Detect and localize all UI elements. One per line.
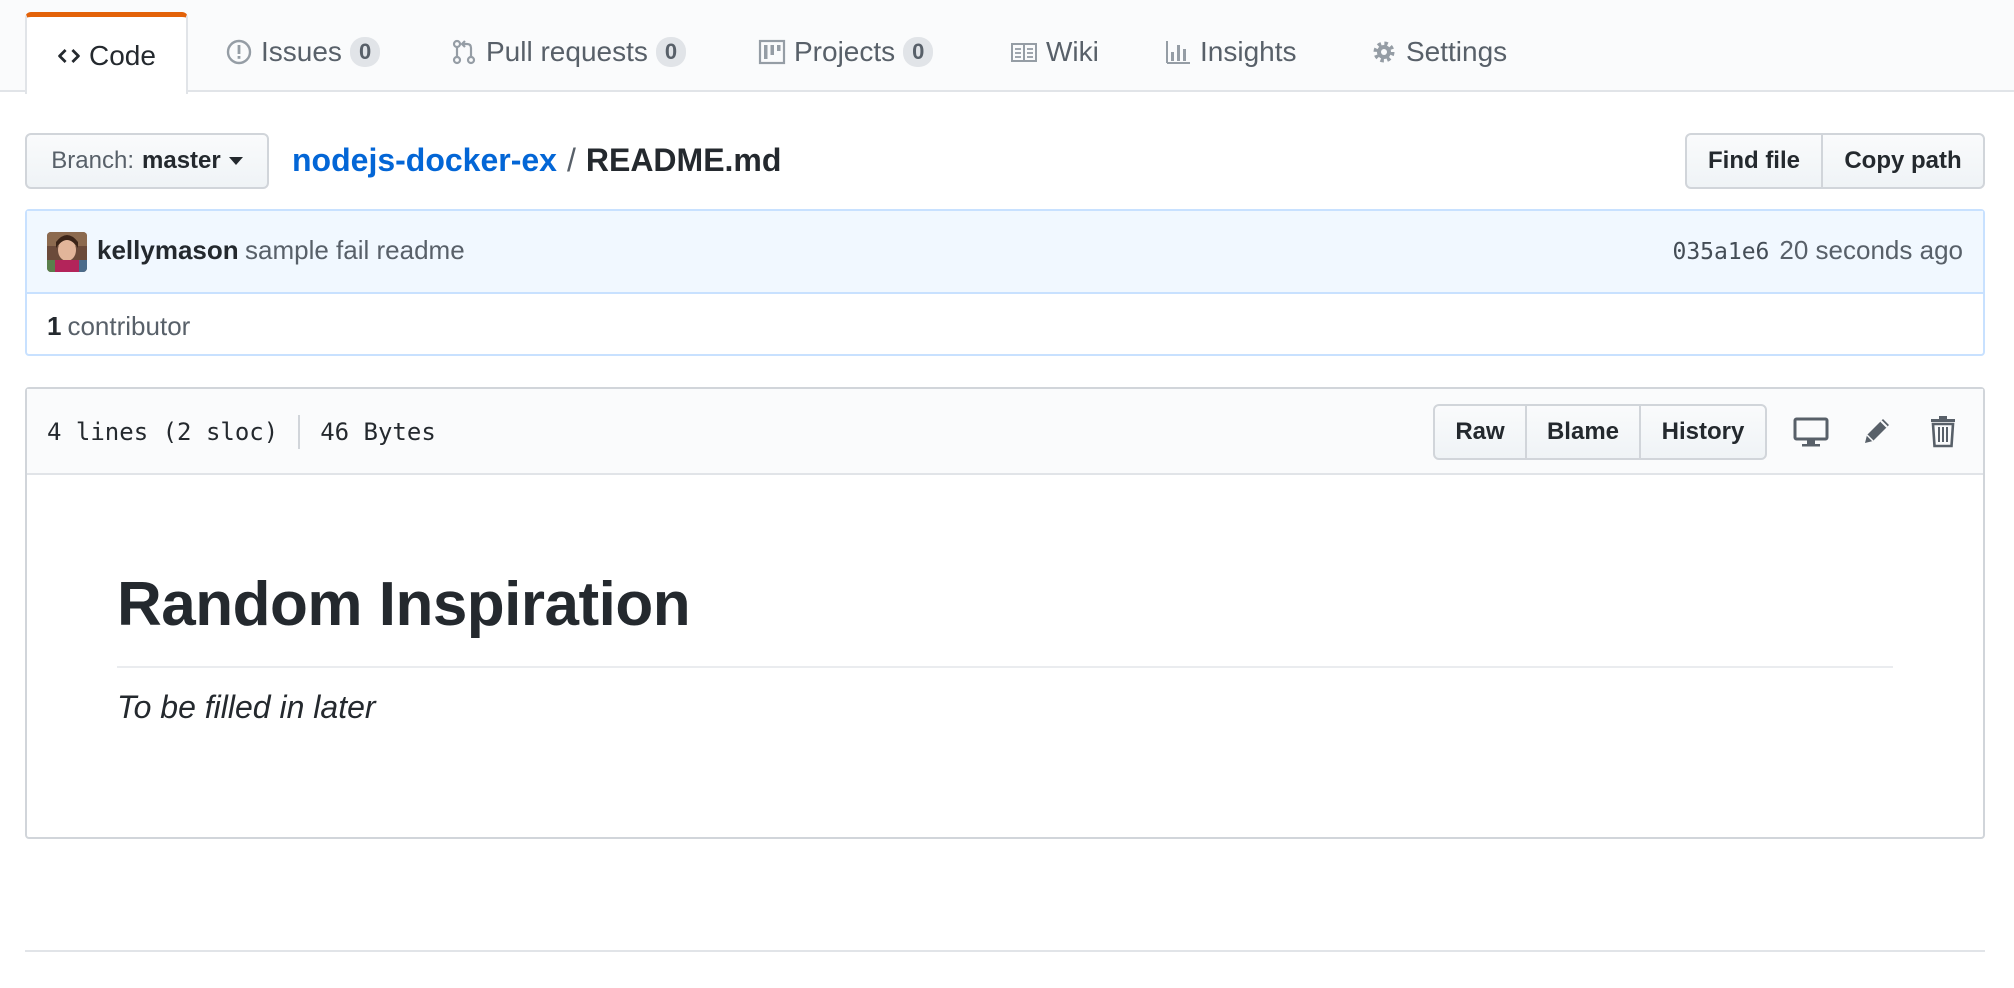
tab-insights[interactable]: Insights [1134, 12, 1327, 92]
commit-tease-header: kellymason sample fail readme 035a1e6 20… [27, 211, 1983, 294]
blame-button[interactable]: Blame [1525, 404, 1641, 460]
breadcrumb: nodejs-docker-ex / README.md [292, 138, 781, 182]
repo-tabnav: Code Issues 0 Pull requests 0 Projects 0… [0, 0, 2014, 94]
commit-meta: 035a1e6 20 seconds ago [1672, 235, 1963, 266]
commit-sha-link[interactable]: 035a1e6 [1672, 239, 1769, 265]
book-icon [1010, 38, 1038, 66]
commit-message-link[interactable]: sample fail readme [245, 235, 465, 266]
file-box: 4 lines (2 sloc) 46 Bytes Raw Blame Hist… [25, 387, 1985, 839]
commit-time: 20 seconds ago [1779, 235, 1963, 265]
copy-path-button[interactable]: Copy path [1821, 133, 1985, 189]
tab-label: Insights [1200, 36, 1297, 67]
contributors-label: contributor [67, 311, 191, 341]
tab-issues[interactable]: Issues 0 [195, 12, 410, 92]
raw-button[interactable]: Raw [1433, 404, 1527, 460]
avatar[interactable] [47, 232, 87, 272]
contributors-count: 1 [47, 311, 62, 341]
breadcrumb-separator: / [566, 141, 576, 178]
tab-code[interactable]: Code [25, 12, 188, 94]
tab-label: Pull requests [486, 36, 648, 67]
file-info-divider [298, 415, 301, 449]
project-icon [758, 38, 786, 66]
breadcrumb-repo-link[interactable]: nodejs-docker-ex [292, 142, 557, 179]
readme-body: To be filled in later [117, 689, 376, 725]
find-file-button[interactable]: Find file [1685, 133, 1823, 189]
tab-wiki[interactable]: Wiki [980, 12, 1129, 92]
contributors-link[interactable]: 1 contributor [47, 311, 190, 342]
tab-label: Projects [794, 36, 896, 67]
commit-tease: kellymason sample fail readme 035a1e6 20… [25, 209, 1985, 356]
branch-prefix: Branch: [51, 147, 134, 174]
gear-icon [1370, 38, 1398, 66]
desktop-icon[interactable] [1791, 411, 1831, 451]
projects-counter: 0 [903, 37, 934, 67]
code-icon [57, 42, 81, 70]
tab-label: Settings [1406, 36, 1508, 67]
tab-label: Code [89, 39, 156, 71]
tab-label: Issues [261, 36, 342, 67]
file-header: 4 lines (2 sloc) 46 Bytes Raw Blame Hist… [27, 389, 1983, 475]
pencil-icon[interactable] [1857, 411, 1897, 451]
pull-requests-counter: 0 [655, 37, 687, 67]
branch-name: master [142, 147, 221, 174]
branch-select-button[interactable]: Branch: master [25, 133, 269, 189]
file-lines: 4 lines (2 sloc) [47, 418, 279, 446]
footer-divider [25, 950, 1985, 952]
tab-projects[interactable]: Projects 0 [728, 12, 963, 92]
tab-label: Wiki [1046, 36, 1099, 67]
readme-heading-rule [117, 666, 1893, 668]
tab-settings[interactable]: Settings [1340, 12, 1537, 92]
graph-icon [1164, 38, 1192, 66]
issues-counter: 0 [349, 37, 381, 67]
history-button[interactable]: History [1639, 404, 1767, 460]
issue-opened-icon [225, 38, 253, 66]
trash-icon[interactable] [1923, 411, 1963, 451]
file-info: 4 lines (2 sloc) 46 Bytes [47, 415, 436, 449]
file-size: 46 Bytes [320, 418, 436, 446]
readme-heading: Random Inspiration [117, 570, 691, 639]
caret-down-icon [228, 157, 243, 165]
commit-author-link[interactable]: kellymason [97, 235, 239, 266]
tab-pull-requests[interactable]: Pull requests 0 [420, 12, 716, 92]
git-pull-request-icon [450, 38, 478, 66]
breadcrumb-file-name: README.md [585, 141, 782, 178]
